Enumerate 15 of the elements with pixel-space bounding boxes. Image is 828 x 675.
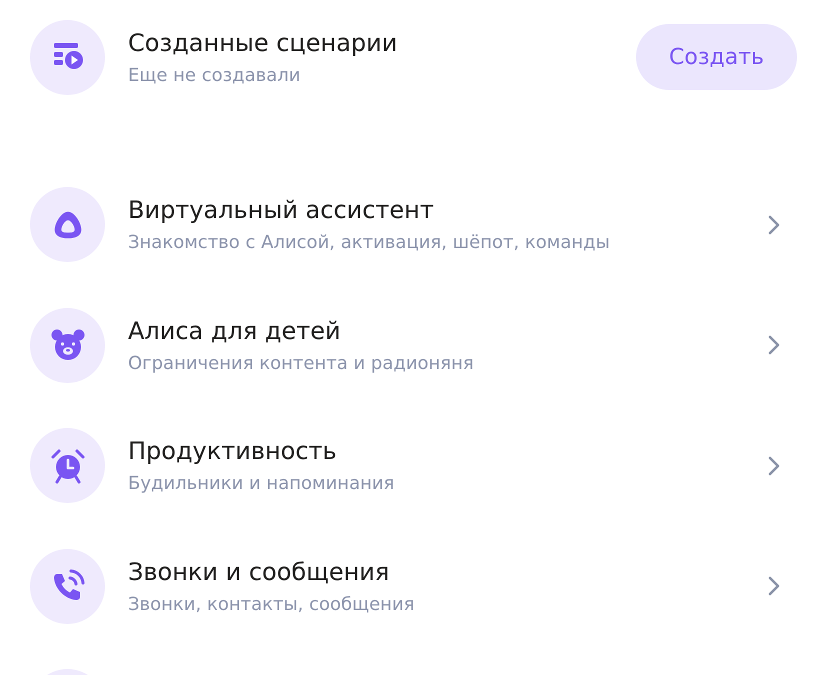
chevron-right-icon[interactable] <box>768 214 780 234</box>
chevron-right-icon[interactable] <box>768 335 780 355</box>
item-title: Продуктивность <box>128 437 338 465</box>
item-subtitle: Ограничения контента и радионяня <box>128 352 475 374</box>
create-button[interactable]: Создать <box>636 24 797 90</box>
item-title: Звонки и сообщения <box>128 558 390 586</box>
section-subtitle: Еще не создавали <box>128 64 302 86</box>
section-title: Созданные сценарии <box>128 28 398 56</box>
item-subtitle: Знакомство с Алисой, активация, шёпот, команды <box>128 232 611 253</box>
item-title: Виртуальный ассистент <box>128 196 435 224</box>
item-subtitle: Звонки, контакты, сообщения <box>128 594 416 614</box>
chevron-right-icon[interactable] <box>768 576 780 596</box>
item-title: Алиса для детей <box>128 316 342 344</box>
chevron-right-icon[interactable] <box>768 456 780 476</box>
item-subtitle: Будильники и напоминания <box>128 473 396 494</box>
